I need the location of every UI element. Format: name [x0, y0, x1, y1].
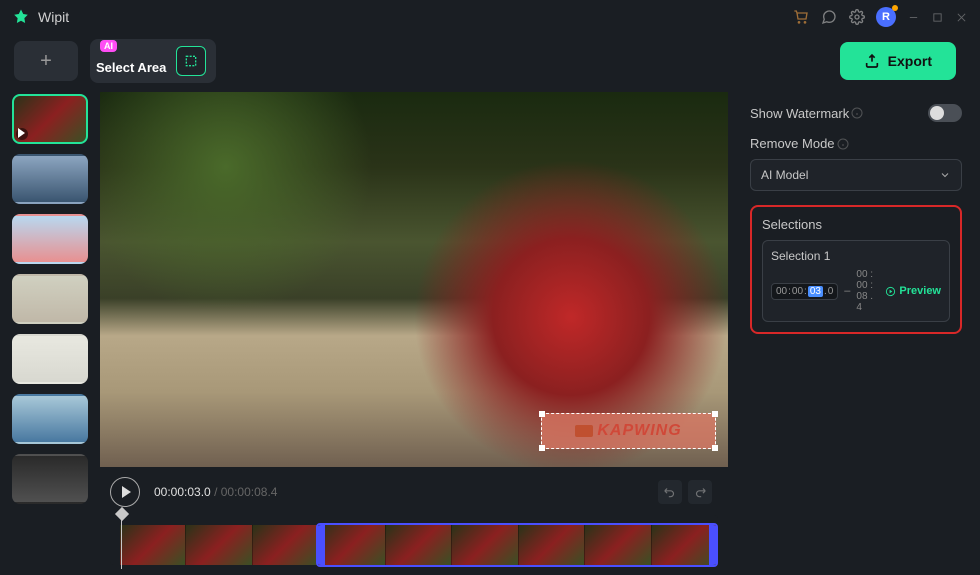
media-thumbnail[interactable]: [12, 154, 88, 204]
play-button[interactable]: [110, 477, 140, 507]
export-label: Export: [888, 53, 932, 69]
minimize-icon[interactable]: [906, 10, 920, 24]
app-logo-icon: [12, 8, 30, 26]
watermark-selection-box[interactable]: KAPWING: [541, 413, 716, 449]
selection-end-time[interactable]: 00 : 00 : 08 . 4: [856, 269, 879, 313]
preview-icon: [885, 286, 896, 297]
selection-start-time[interactable]: 00: 00: 03. 0: [771, 283, 838, 300]
media-thumbnail[interactable]: [12, 394, 88, 444]
show-watermark-label: Show Watermark: [750, 106, 863, 121]
crop-icon: [176, 46, 206, 76]
user-avatar[interactable]: R: [876, 7, 896, 27]
media-thumbnail[interactable]: [12, 94, 88, 144]
time-display: 00:00:03.0 / 00:00:08.4: [154, 485, 277, 499]
timeline-track[interactable]: [110, 515, 718, 565]
selection-handle-right[interactable]: [709, 525, 717, 565]
undo-icon: [663, 485, 677, 499]
titlebar: Wipit R: [0, 0, 980, 34]
select-area-button[interactable]: AI Select Area: [90, 39, 216, 83]
undo-button[interactable]: [658, 480, 682, 504]
redo-icon: [693, 485, 707, 499]
show-watermark-toggle[interactable]: [928, 104, 962, 122]
media-thumbnail[interactable]: [12, 334, 88, 384]
selections-section: Selections Selection 1 00: 00: 03. 0 – 0…: [750, 205, 962, 334]
remove-mode-dropdown[interactable]: AI Model: [750, 159, 962, 191]
remove-mode-value: AI Model: [761, 168, 808, 182]
toolbar: + AI Select Area Export: [0, 34, 980, 88]
settings-icon[interactable]: [848, 8, 866, 26]
selection-handle-left[interactable]: [317, 525, 325, 565]
media-thumbnail[interactable]: [12, 454, 88, 504]
export-icon: [864, 53, 880, 69]
ai-badge: AI: [100, 40, 117, 52]
selection-name: Selection 1: [771, 249, 941, 263]
redo-button[interactable]: [688, 480, 712, 504]
selections-title: Selections: [762, 217, 950, 232]
media-sidebar: [0, 88, 100, 575]
export-button[interactable]: Export: [840, 42, 956, 80]
timeline-selection-region[interactable]: [316, 523, 718, 567]
selection-item[interactable]: Selection 1 00: 00: 03. 0 – 00 : 00 : 08…: [762, 240, 950, 322]
player-controls: 00:00:03.0 / 00:00:08.4: [100, 467, 728, 515]
settings-panel: Show Watermark Remove Mode AI Model: [732, 88, 980, 575]
media-thumbnail[interactable]: [12, 214, 88, 264]
media-thumbnail[interactable]: [12, 274, 88, 324]
info-icon[interactable]: [851, 107, 863, 119]
select-area-label: Select Area: [96, 60, 166, 75]
preview-selection-button[interactable]: Preview: [885, 285, 941, 297]
add-media-button[interactable]: +: [14, 41, 78, 81]
chat-icon[interactable]: [820, 8, 838, 26]
current-time: 00:00:03.0: [154, 485, 211, 499]
watermark-text: KAPWING: [575, 422, 681, 440]
play-icon: [122, 486, 131, 498]
remove-mode-label: Remove Mode: [750, 136, 962, 151]
video-preview[interactable]: KAPWING: [100, 92, 728, 467]
chevron-down-icon: [939, 169, 951, 181]
maximize-icon[interactable]: [930, 10, 944, 24]
total-time: 00:00:08.4: [221, 485, 278, 499]
close-icon[interactable]: [954, 10, 968, 24]
cart-icon[interactable]: [792, 8, 810, 26]
info-icon[interactable]: [837, 138, 849, 150]
app-title: Wipit: [38, 9, 69, 25]
